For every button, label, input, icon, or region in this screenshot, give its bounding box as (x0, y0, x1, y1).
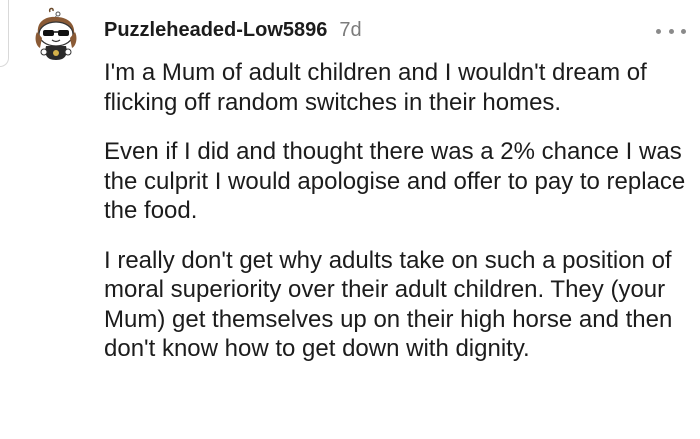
comment-header: Puzzleheaded-Low5896 7d (104, 19, 362, 47)
username[interactable]: Puzzleheaded-Low5896 (104, 19, 327, 42)
comment-body: I'm a Mum of adult children and I wouldn… (104, 58, 690, 384)
comment-paragraph: I'm a Mum of adult children and I wouldn… (104, 59, 647, 116)
thread-line[interactable] (0, 0, 9, 67)
comment-paragraph: Even if I did and thought there was a 2%… (104, 138, 686, 224)
more-options-icon (656, 28, 661, 34)
more-options-dot (668, 28, 674, 34)
avatar[interactable] (28, 6, 84, 62)
comment-paragraph: I really don't get why adults take on su… (104, 246, 673, 363)
comment: Puzzleheaded-Low5896 7d I'm a Mum of adu… (0, 0, 700, 439)
more-options-dot (681, 28, 686, 34)
more-options-button[interactable] (656, 22, 686, 40)
snoo-avatar-icon (35, 7, 77, 60)
timestamp: 7d (339, 19, 362, 41)
